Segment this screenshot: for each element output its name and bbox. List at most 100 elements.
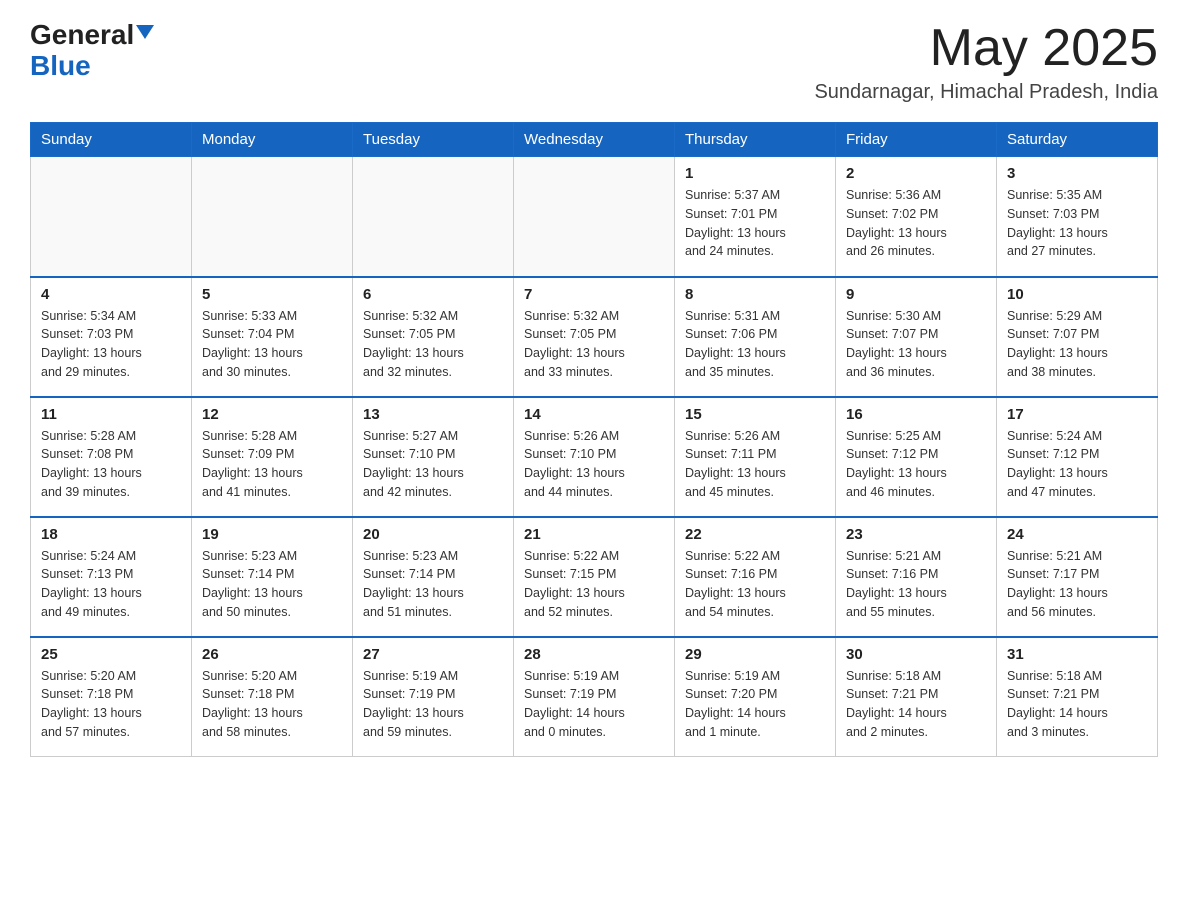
day-info: Sunrise: 5:18 AM Sunset: 7:21 PM Dayligh… xyxy=(1007,667,1147,742)
logo: General Blue xyxy=(30,20,154,82)
day-info: Sunrise: 5:32 AM Sunset: 7:05 PM Dayligh… xyxy=(363,307,503,382)
calendar-day: 23Sunrise: 5:21 AM Sunset: 7:16 PM Dayli… xyxy=(836,517,997,637)
day-info: Sunrise: 5:28 AM Sunset: 7:08 PM Dayligh… xyxy=(41,427,181,502)
day-number: 20 xyxy=(363,526,503,543)
day-number: 3 xyxy=(1007,165,1147,182)
calendar-day: 31 Sunrise: 5:18 AM Sunset: 7:21 PM Dayli… xyxy=(997,637,1158,757)
calendar-header-row: SundayMondayTuesdayWednesdayThursdayFrid… xyxy=(31,123,1158,157)
day-number: 31 xyxy=(1007,646,1147,663)
day-info: Sunrise: 5:34 AM Sunset: 7:03 PM Dayligh… xyxy=(41,307,181,382)
day-info: Sunrise: 5:29 AM Sunset: 7:07 PM Dayligh… xyxy=(1007,307,1147,382)
day-number: 26 xyxy=(202,646,342,663)
calendar-day: 14Sunrise: 5:26 AM Sunset: 7:10 PM Dayli… xyxy=(514,397,675,517)
calendar-day: 9Sunrise: 5:30 AM Sunset: 7:07 PM Daylig… xyxy=(836,277,997,397)
calendar-day: 21Sunrise: 5:22 AM Sunset: 7:15 PM Dayli… xyxy=(514,517,675,637)
day-number: 28 xyxy=(524,646,664,663)
day-number: 9 xyxy=(846,286,986,303)
day-info: Sunrise: 5:32 AM Sunset: 7:05 PM Dayligh… xyxy=(524,307,664,382)
day-info: Sunrise: 5:24 AM Sunset: 7:13 PM Dayligh… xyxy=(41,547,181,622)
calendar-day: 3 Sunrise: 5:35 AM Sunset: 7:03 PM Daylig… xyxy=(997,157,1158,277)
calendar-week-2: 4Sunrise: 5:34 AM Sunset: 7:03 PM Daylig… xyxy=(31,277,1158,397)
day-number: 27 xyxy=(363,646,503,663)
calendar-day: 5Sunrise: 5:33 AM Sunset: 7:04 PM Daylig… xyxy=(192,277,353,397)
day-info: Sunrise: 5:23 AM Sunset: 7:14 PM Dayligh… xyxy=(363,547,503,622)
calendar-day: 15 Sunrise: 5:26 AM Sunset: 7:11 PM Dayli… xyxy=(675,397,836,517)
logo-triangle-icon xyxy=(136,25,154,39)
header-friday: Friday xyxy=(836,123,997,157)
calendar-day: 11 Sunrise: 5:28 AM Sunset: 7:08 PM Dayli… xyxy=(31,397,192,517)
calendar-day: 19Sunrise: 5:23 AM Sunset: 7:14 PM Dayli… xyxy=(192,517,353,637)
day-info: Sunrise: 5:26 AM Sunset: 7:11 PM Dayligh… xyxy=(685,427,825,502)
day-number: 6 xyxy=(363,286,503,303)
calendar-day: 4Sunrise: 5:34 AM Sunset: 7:03 PM Daylig… xyxy=(31,277,192,397)
calendar-day xyxy=(353,157,514,277)
day-number: 30 xyxy=(846,646,986,663)
day-info: Sunrise: 5:37 AM Sunset: 7:01 PM Dayligh… xyxy=(685,186,825,261)
day-info: Sunrise: 5:20 AM Sunset: 7:18 PM Dayligh… xyxy=(41,667,181,742)
logo-general: General xyxy=(30,20,134,51)
calendar-day xyxy=(192,157,353,277)
calendar-day: 22Sunrise: 5:22 AM Sunset: 7:16 PM Dayli… xyxy=(675,517,836,637)
day-info: Sunrise: 5:19 AM Sunset: 7:19 PM Dayligh… xyxy=(524,667,664,742)
day-info: Sunrise: 5:35 AM Sunset: 7:03 PM Dayligh… xyxy=(1007,186,1147,261)
calendar-day: 6 Sunrise: 5:32 AM Sunset: 7:05 PM Daylig… xyxy=(353,277,514,397)
calendar-day: 13Sunrise: 5:27 AM Sunset: 7:10 PM Dayli… xyxy=(353,397,514,517)
title-area: May 2025 Sundarnagar, Himachal Pradesh, … xyxy=(814,20,1158,104)
day-info: Sunrise: 5:24 AM Sunset: 7:12 PM Dayligh… xyxy=(1007,427,1147,502)
header-sunday: Sunday xyxy=(31,123,192,157)
header-tuesday: Tuesday xyxy=(353,123,514,157)
day-number: 25 xyxy=(41,646,181,663)
day-info: Sunrise: 5:26 AM Sunset: 7:10 PM Dayligh… xyxy=(524,427,664,502)
month-year: May 2025 xyxy=(814,20,1158,77)
day-number: 15 xyxy=(685,406,825,423)
calendar-day: 10 Sunrise: 5:29 AM Sunset: 7:07 PM Dayli… xyxy=(997,277,1158,397)
calendar-table: SundayMondayTuesdayWednesdayThursdayFrid… xyxy=(30,122,1158,757)
calendar-day: 7 Sunrise: 5:32 AM Sunset: 7:05 PM Daylig… xyxy=(514,277,675,397)
day-number: 18 xyxy=(41,526,181,543)
calendar-day: 2 Sunrise: 5:36 AM Sunset: 7:02 PM Daylig… xyxy=(836,157,997,277)
calendar-day: 26 Sunrise: 5:20 AM Sunset: 7:18 PM Dayli… xyxy=(192,637,353,757)
calendar-day: 30 Sunrise: 5:18 AM Sunset: 7:21 PM Dayli… xyxy=(836,637,997,757)
calendar-day xyxy=(514,157,675,277)
calendar-day: 18 Sunrise: 5:24 AM Sunset: 7:13 PM Dayli… xyxy=(31,517,192,637)
day-number: 7 xyxy=(524,286,664,303)
day-number: 5 xyxy=(202,286,342,303)
day-number: 23 xyxy=(846,526,986,543)
location: Sundarnagar, Himachal Pradesh, India xyxy=(814,81,1158,104)
day-info: Sunrise: 5:19 AM Sunset: 7:20 PM Dayligh… xyxy=(685,667,825,742)
day-number: 24 xyxy=(1007,526,1147,543)
header-wednesday: Wednesday xyxy=(514,123,675,157)
calendar-day: 28 Sunrise: 5:19 AM Sunset: 7:19 PM Dayli… xyxy=(514,637,675,757)
day-info: Sunrise: 5:18 AM Sunset: 7:21 PM Dayligh… xyxy=(846,667,986,742)
calendar-week-4: 18 Sunrise: 5:24 AM Sunset: 7:13 PM Dayli… xyxy=(31,517,1158,637)
day-number: 1 xyxy=(685,165,825,182)
day-info: Sunrise: 5:21 AM Sunset: 7:17 PM Dayligh… xyxy=(1007,547,1147,622)
day-info: Sunrise: 5:27 AM Sunset: 7:10 PM Dayligh… xyxy=(363,427,503,502)
calendar-day: 12 Sunrise: 5:28 AM Sunset: 7:09 PM Dayli… xyxy=(192,397,353,517)
day-info: Sunrise: 5:22 AM Sunset: 7:15 PM Dayligh… xyxy=(524,547,664,622)
day-number: 16 xyxy=(846,406,986,423)
day-info: Sunrise: 5:20 AM Sunset: 7:18 PM Dayligh… xyxy=(202,667,342,742)
calendar-day: 1 Sunrise: 5:37 AM Sunset: 7:01 PM Daylig… xyxy=(675,157,836,277)
calendar-week-5: 25 Sunrise: 5:20 AM Sunset: 7:18 PM Dayli… xyxy=(31,637,1158,757)
calendar-day: 16 Sunrise: 5:25 AM Sunset: 7:12 PM Dayli… xyxy=(836,397,997,517)
day-number: 11 xyxy=(41,406,181,423)
day-info: Sunrise: 5:36 AM Sunset: 7:02 PM Dayligh… xyxy=(846,186,986,261)
header-monday: Monday xyxy=(192,123,353,157)
day-number: 29 xyxy=(685,646,825,663)
day-number: 8 xyxy=(685,286,825,303)
calendar-day xyxy=(31,157,192,277)
day-info: Sunrise: 5:23 AM Sunset: 7:14 PM Dayligh… xyxy=(202,547,342,622)
day-number: 2 xyxy=(846,165,986,182)
calendar-day: 24 Sunrise: 5:21 AM Sunset: 7:17 PM Dayli… xyxy=(997,517,1158,637)
day-number: 12 xyxy=(202,406,342,423)
day-number: 17 xyxy=(1007,406,1147,423)
day-info: Sunrise: 5:25 AM Sunset: 7:12 PM Dayligh… xyxy=(846,427,986,502)
calendar-week-1: 1 Sunrise: 5:37 AM Sunset: 7:01 PM Daylig… xyxy=(31,157,1158,277)
day-number: 10 xyxy=(1007,286,1147,303)
day-info: Sunrise: 5:28 AM Sunset: 7:09 PM Dayligh… xyxy=(202,427,342,502)
calendar-day: 20 Sunrise: 5:23 AM Sunset: 7:14 PM Dayli… xyxy=(353,517,514,637)
day-number: 22 xyxy=(685,526,825,543)
day-info: Sunrise: 5:31 AM Sunset: 7:06 PM Dayligh… xyxy=(685,307,825,382)
header-saturday: Saturday xyxy=(997,123,1158,157)
